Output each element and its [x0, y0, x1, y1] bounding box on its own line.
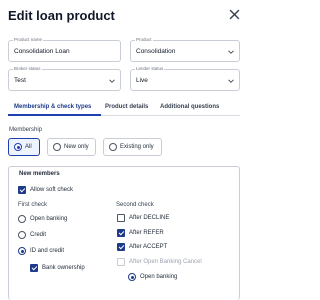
membership-option-label: Existing only [120, 144, 154, 150]
close-icon[interactable] [229, 9, 240, 20]
second-check-option-label: After ACCEPT [129, 244, 168, 250]
second-check-option-label: After DECLINE [129, 215, 170, 221]
membership-option-new-only[interactable]: New only [47, 138, 96, 156]
membership-label: Membership [9, 127, 43, 133]
broker-status-value: Test [14, 77, 26, 84]
broker-status-select[interactable]: Broker status Test [8, 66, 121, 91]
product-value: Consolidation [136, 48, 176, 55]
radio-icon [14, 143, 22, 151]
first-check-heading: First check [18, 202, 48, 208]
second-check-option-label: After REFER [129, 230, 164, 236]
first-check-option-label: Credit [30, 232, 47, 238]
second-check-option-label: After Open Banking Cancel [129, 259, 202, 265]
lender-status-select[interactable]: Lender status Live [130, 66, 240, 91]
new-members-panel: New members Allow soft check First check… [8, 166, 240, 300]
lender-status-value: Live [136, 77, 148, 84]
checkbox-disabled-icon [117, 258, 125, 266]
tab-membership-check-types[interactable]: Membership & check types [14, 104, 91, 110]
tab-additional-questions[interactable]: Additional questions [160, 104, 219, 110]
first-check-option-label: ID and credit [30, 248, 65, 254]
allow-soft-check-label: Allow soft check [30, 187, 74, 193]
checkbox-checked-icon [117, 229, 125, 237]
radio-icon [53, 143, 61, 151]
chevron-down-icon [228, 79, 234, 83]
radio-icon [18, 215, 26, 223]
checkbox-icon [117, 214, 125, 222]
membership-option-existing-only[interactable]: Existing only [103, 138, 162, 156]
page-title: Edit loan product [8, 8, 115, 23]
product-name-value: Consolidation Loan [14, 48, 70, 55]
tab-bar: Membership & check types Product details… [8, 100, 240, 116]
bank-ownership-label: Bank ownership [42, 265, 85, 271]
product-label: Product [135, 37, 153, 43]
second-check-open-banking-label: Open banking [140, 274, 178, 280]
checkbox-checked-icon [30, 264, 38, 272]
tab-product-details[interactable]: Product details [105, 104, 148, 110]
radio-selected-icon [128, 273, 136, 281]
membership-option-label: New only [64, 144, 89, 150]
product-select[interactable]: Product Consolidation [130, 37, 240, 62]
radio-icon [109, 143, 117, 151]
checkbox-checked-icon [117, 243, 125, 251]
active-tab-indicator [8, 114, 101, 116]
product-name-label: Product name [13, 37, 44, 43]
membership-option-label: All [25, 144, 32, 150]
lender-status-label: Lender status [135, 66, 165, 72]
broker-status-label: Broker status [13, 66, 42, 72]
product-name-field[interactable]: Product name Consolidation Loan [8, 37, 121, 62]
radio-icon [18, 231, 26, 239]
checkbox-checked-icon [18, 186, 26, 194]
chevron-down-icon [228, 50, 234, 54]
membership-option-all[interactable]: All [8, 138, 40, 156]
first-check-option-label: Open banking [30, 216, 68, 222]
radio-selected-icon [18, 247, 26, 255]
new-members-title: New members [19, 171, 60, 177]
chevron-down-icon [109, 79, 115, 83]
second-check-heading: Second check [116, 202, 154, 208]
